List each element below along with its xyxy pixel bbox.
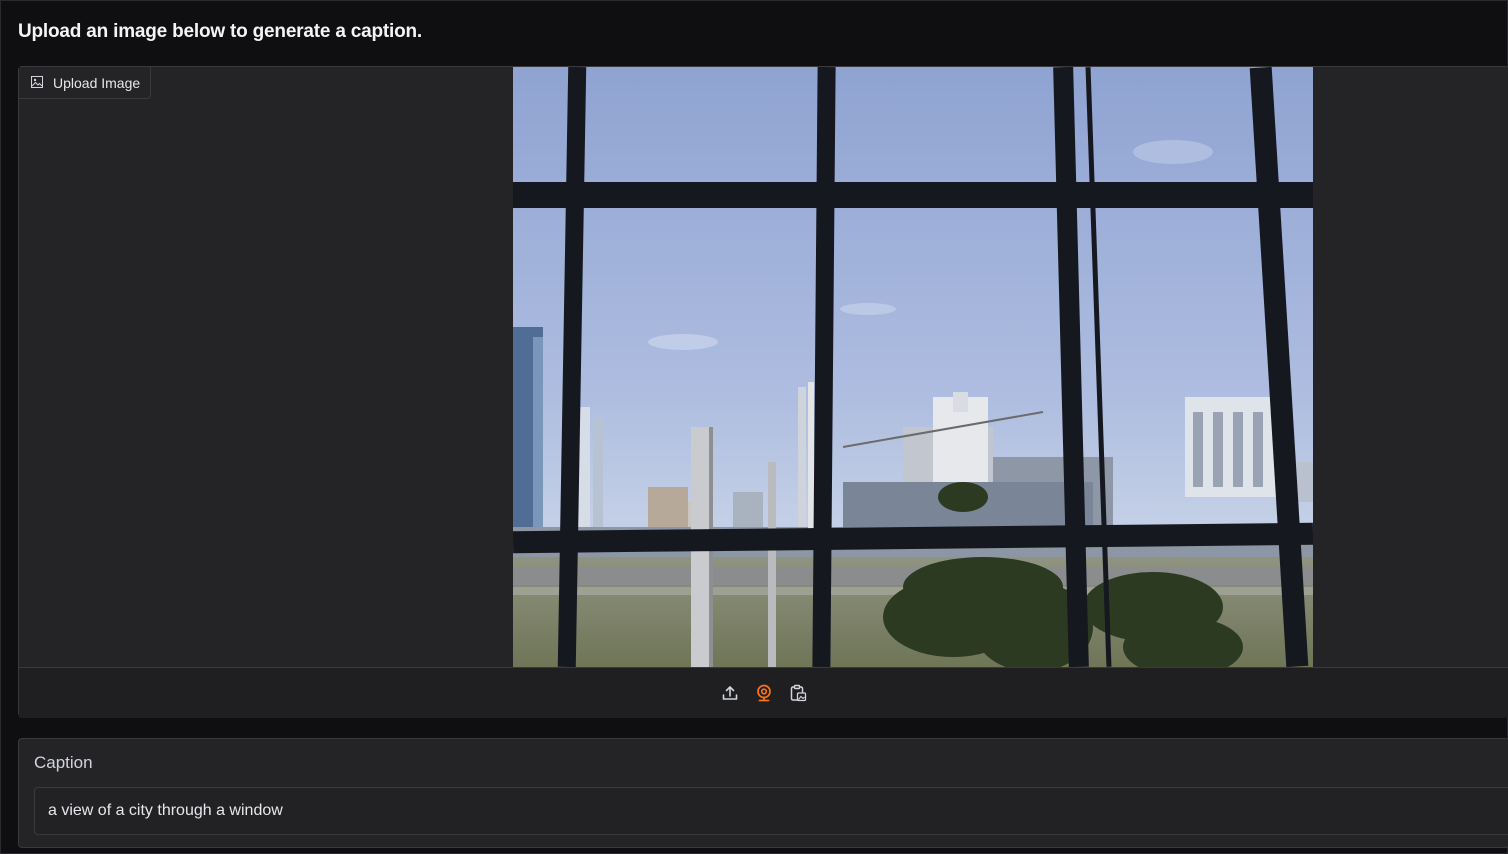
caption-label: Caption (34, 753, 93, 772)
caption-textbox[interactable]: a view of a city through a window (34, 787, 1508, 835)
image-source-toolbar (19, 667, 1508, 718)
upload-image-label: Upload Image (19, 67, 152, 99)
city-window-photo (513, 67, 1313, 667)
app-frame: Upload an image below to generate a capt… (0, 0, 1508, 854)
image-upload-component[interactable]: Upload Image (18, 66, 1508, 718)
page-title: Upload an image below to generate a capt… (18, 21, 422, 42)
clipboard-icon[interactable] (788, 683, 808, 703)
caption-output-component: Caption a view of a city through a windo… (18, 738, 1508, 848)
upload-icon[interactable] (720, 683, 740, 703)
webcam-icon[interactable] (754, 683, 774, 703)
uploaded-image-preview (513, 67, 1313, 667)
upload-image-label-text: Upload Image (53, 74, 141, 91)
image-icon (31, 75, 43, 91)
caption-text: a view of a city through a window (48, 802, 283, 819)
